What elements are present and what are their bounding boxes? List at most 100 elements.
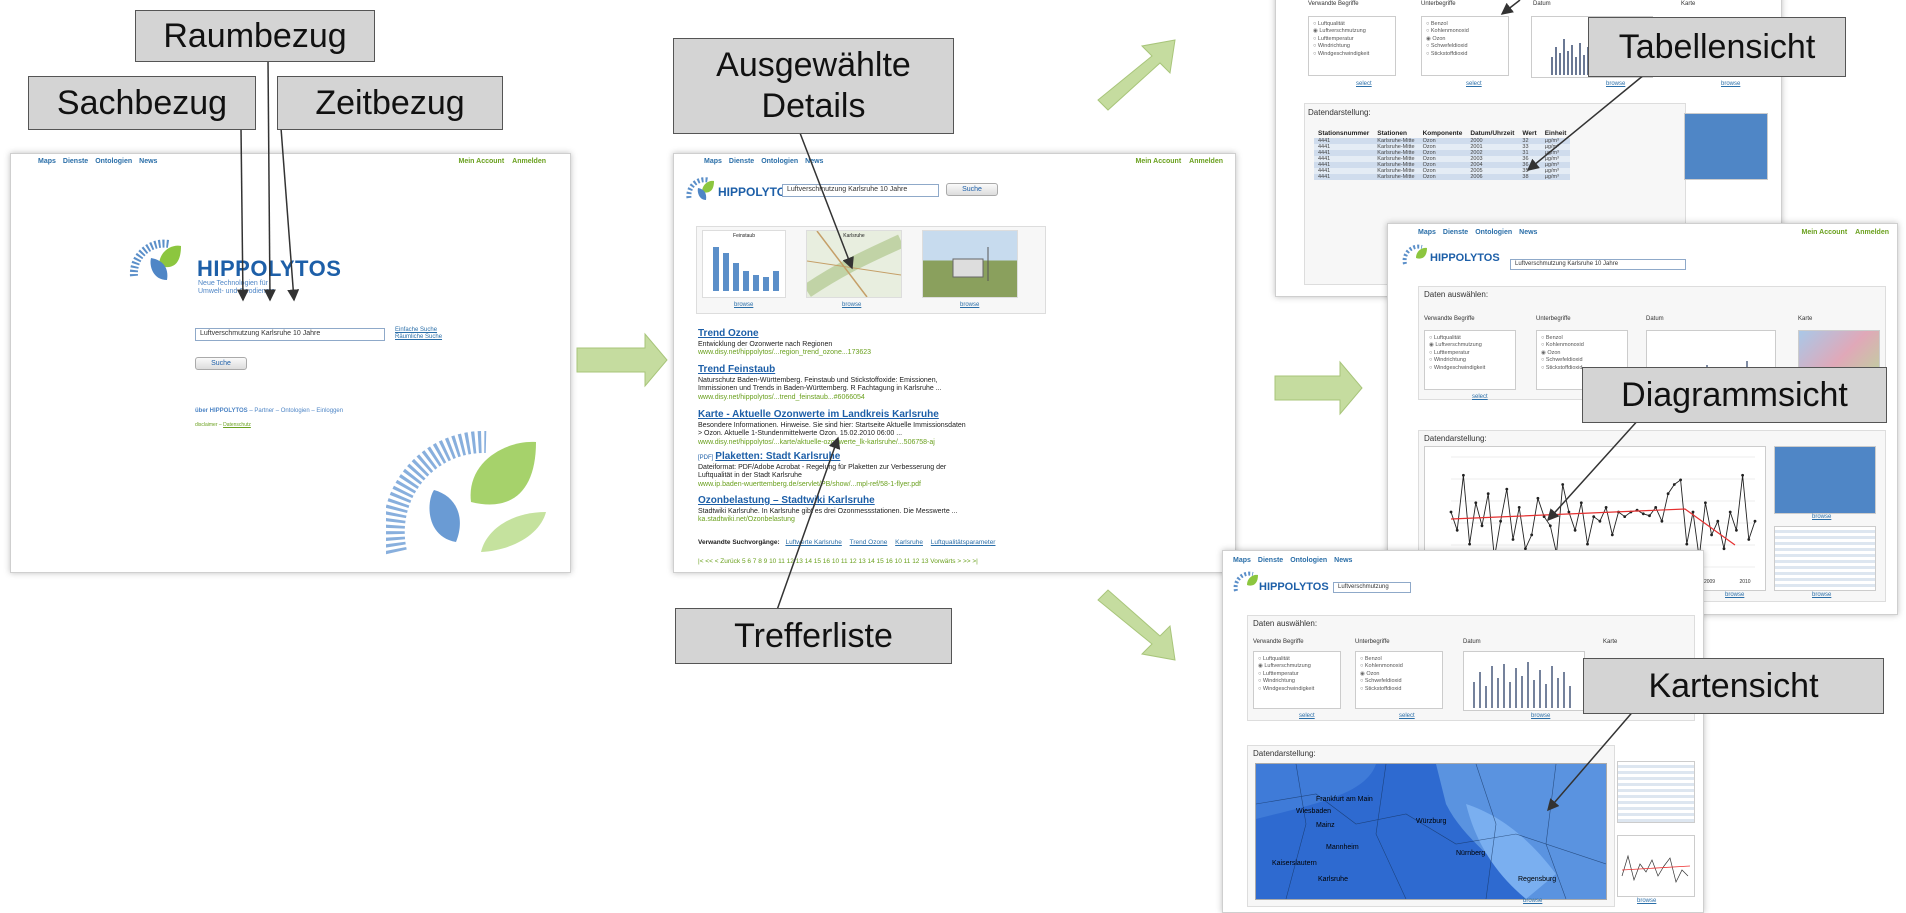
region-map[interactable]: Frankfurt am Main Wiesbaden Mainz Würzbu… xyxy=(1255,763,1607,900)
nav-account[interactable]: Mein Account xyxy=(459,158,505,165)
privacy-link[interactable]: Datenschutz xyxy=(223,422,251,428)
footer-links[interactable]: – Partner – Ontologien – Einloggen xyxy=(249,408,343,414)
result-item-5[interactable]: Ozonbelastung – Stadtwiki Karlsruhe Stad… xyxy=(698,495,968,525)
radio-option[interactable]: Schwefeldioxid xyxy=(1360,678,1438,684)
browse-link-3[interactable]: browse xyxy=(960,302,979,308)
radio-option[interactable]: Kohlenmonoxid xyxy=(1360,663,1438,669)
results-search-input[interactable]: Luftverschmutzung Karlsruhe 10 Jahre xyxy=(782,184,939,197)
details-chart-thumb[interactable]: Feinstaub xyxy=(702,230,786,298)
radio-option[interactable]: Windrichtung xyxy=(1429,357,1511,363)
search-input[interactable]: Luftverschmutzung Karlsruhe 10 Jahre xyxy=(195,328,385,341)
browse-link[interactable]: browse xyxy=(1523,898,1542,904)
subterms-list[interactable]: BenzolKohlenmonoxid OzonSchwefeldioxid Sti… xyxy=(1421,16,1509,76)
disclaimer-link[interactable]: disclaimer – xyxy=(195,422,222,428)
nav-login[interactable]: Anmelden xyxy=(512,158,546,165)
radio-option[interactable]: Stickstoffdioxid xyxy=(1360,686,1438,692)
diagram-table-thumb[interactable] xyxy=(1774,526,1876,591)
nav-maps[interactable]: Maps xyxy=(704,158,722,165)
radio-option[interactable]: Kohlenmonoxid xyxy=(1426,28,1504,34)
table-map-thumb[interactable] xyxy=(1684,113,1768,180)
table-header[interactable]: Komponente xyxy=(1419,129,1467,138)
result-title[interactable]: Plaketten: Stadt Karlsruhe xyxy=(715,451,840,462)
browse-link[interactable]: browse xyxy=(1812,514,1831,520)
table-header[interactable]: Einheit xyxy=(1541,129,1571,138)
radio-option[interactable]: Luftverschmutzung xyxy=(1258,663,1336,669)
radio-option[interactable]: Luftqualität xyxy=(1429,335,1511,341)
spatial-search-link[interactable]: Räumliche Suche xyxy=(395,334,442,340)
nav-maps[interactable]: Maps xyxy=(1233,557,1251,564)
nav-news[interactable]: News xyxy=(1334,557,1352,564)
search-button[interactable]: Suche xyxy=(195,357,247,370)
pager[interactable]: |< << < Zurück 5 6 7 8 9 10 11 12 13 14 … xyxy=(698,558,978,565)
radio-option[interactable]: Kohlenmonoxid xyxy=(1541,342,1623,348)
select-link[interactable]: select xyxy=(1399,713,1415,719)
nav-news[interactable]: News xyxy=(1519,229,1537,236)
nav-ontologien[interactable]: Ontologien xyxy=(1290,557,1327,564)
radio-option[interactable]: Windrichtung xyxy=(1258,678,1336,684)
result-item-2[interactable]: Trend Feinstaub Naturschutz Baden-Württe… xyxy=(698,364,968,403)
browse-link-1[interactable]: browse xyxy=(734,302,753,308)
about-link[interactable]: über HIPPOLYTOS xyxy=(195,408,248,414)
radio-option[interactable]: Windgeschwindigkeit xyxy=(1313,51,1391,57)
browse-link-2[interactable]: browse xyxy=(842,302,861,308)
nav-maps[interactable]: Maps xyxy=(1418,229,1436,236)
radio-option[interactable]: Schwefeldioxid xyxy=(1426,43,1504,49)
radio-option[interactable]: Luftverschmutzung xyxy=(1313,28,1391,34)
result-title[interactable]: Trend Feinstaub xyxy=(698,364,968,377)
radio-option[interactable]: Luftqualität xyxy=(1258,656,1336,662)
diagram-map-thumb[interactable] xyxy=(1774,446,1876,514)
browse-link[interactable]: browse xyxy=(1721,81,1740,87)
table-header[interactable]: Datum/Uhrzeit xyxy=(1466,129,1518,138)
map-view-table-thumb[interactable] xyxy=(1617,761,1695,823)
results-search-button[interactable]: Suche xyxy=(946,183,998,196)
select-link[interactable]: select xyxy=(1466,81,1482,87)
nav-dienste[interactable]: Dienste xyxy=(1258,557,1283,564)
date-histogram[interactable] xyxy=(1463,651,1585,711)
browse-link[interactable]: browse xyxy=(1725,592,1744,598)
nav-ontologien[interactable]: Ontologien xyxy=(1475,229,1512,236)
table-header[interactable]: Stationsnummer xyxy=(1314,129,1373,138)
nav-login[interactable]: Anmelden xyxy=(1855,229,1889,236)
nav-account[interactable]: Mein Account xyxy=(1136,158,1182,165)
radio-option[interactable]: Windgeschwindigkeit xyxy=(1258,686,1336,692)
nav-news[interactable]: News xyxy=(139,158,157,165)
table-header[interactable]: Wert xyxy=(1518,129,1540,138)
nav-dienste[interactable]: Dienste xyxy=(1443,229,1468,236)
related-link-3[interactable]: Karlsruhe xyxy=(895,539,923,546)
radio-option[interactable]: Lufttemperatur xyxy=(1313,36,1391,42)
browse-link[interactable]: browse xyxy=(1606,81,1625,87)
map-search-input[interactable]: Luftverschmutzung xyxy=(1333,582,1411,593)
radio-option[interactable]: Ozon xyxy=(1541,350,1623,356)
related-link-2[interactable]: Trend Ozone xyxy=(850,539,888,546)
radio-option[interactable]: Luftqualität xyxy=(1313,21,1391,27)
result-title[interactable]: Trend Ozone xyxy=(698,328,968,341)
diagram-search-input[interactable]: Luftverschmutzung Karlsruhe 10 Jahre xyxy=(1510,259,1686,270)
result-item-4[interactable]: [PDF] Plaketten: Stadt Karlsruhe Dateifo… xyxy=(698,451,968,490)
nav-dienste[interactable]: Dienste xyxy=(63,158,88,165)
radio-option[interactable]: Benzol xyxy=(1541,335,1623,341)
nav-maps[interactable]: Maps xyxy=(38,158,56,165)
details-photo-thumb[interactable] xyxy=(922,230,1018,298)
radio-option[interactable]: Benzol xyxy=(1360,656,1438,662)
details-map-thumb[interactable]: Karlsruhe xyxy=(806,230,902,298)
radio-option[interactable]: Schwefeldioxid xyxy=(1541,357,1623,363)
related-terms-list[interactable]: LuftqualitätLuftverschmutzung Lufttempera… xyxy=(1253,651,1341,709)
radio-option[interactable]: Lufttemperatur xyxy=(1258,671,1336,677)
subterms-list[interactable]: BenzolKohlenmonoxid OzonSchwefeldioxid Sti… xyxy=(1355,651,1443,709)
select-link[interactable]: select xyxy=(1472,394,1488,400)
radio-option[interactable]: Ozon xyxy=(1360,671,1438,677)
related-link-1[interactable]: Luftwerte Karlsruhe xyxy=(785,539,841,546)
nav-login[interactable]: Anmelden xyxy=(1189,158,1223,165)
table-header[interactable]: Stationen xyxy=(1373,129,1418,138)
browse-link[interactable]: browse xyxy=(1531,713,1550,719)
table-row[interactable]: 4441 Karlsruhe-Mitte Ozon 2006 38 µg/m³ xyxy=(1314,174,1571,180)
radio-option[interactable]: Lufttemperatur xyxy=(1429,350,1511,356)
nav-dienste[interactable]: Dienste xyxy=(729,158,754,165)
radio-option[interactable]: Windrichtung xyxy=(1313,43,1391,49)
result-item-3[interactable]: Karte - Aktuelle Ozonwerte im Landkreis … xyxy=(698,409,968,448)
nav-ontologien[interactable]: Ontologien xyxy=(95,158,132,165)
nav-account[interactable]: Mein Account xyxy=(1802,229,1848,236)
select-link[interactable]: select xyxy=(1356,81,1372,87)
select-link[interactable]: select xyxy=(1299,713,1315,719)
nav-ontologien[interactable]: Ontologien xyxy=(761,158,798,165)
